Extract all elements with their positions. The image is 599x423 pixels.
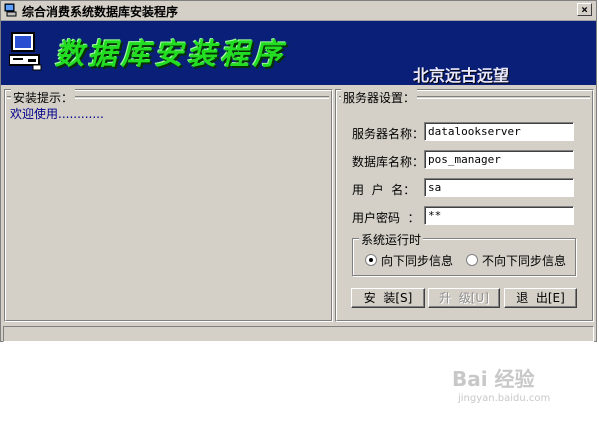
password-label: 用户密码 ：	[352, 211, 420, 225]
server-name-input[interactable]: datalookserver	[424, 122, 574, 141]
title-bar[interactable]: 综合消费系统数据库安装程序 ×	[1, 1, 596, 21]
window-title: 综合消费系统数据库安装程序	[22, 5, 179, 19]
username-label: 用 户 名：	[352, 183, 416, 197]
username-input[interactable]: sa	[424, 178, 574, 197]
server-name-label: 服务器名称：	[352, 127, 425, 141]
hint-legend: 安装提示：	[11, 89, 76, 106]
banner: 数据库安装程序 北京远古远望	[1, 21, 596, 85]
computer-icon	[9, 32, 42, 71]
hint-message: 欢迎使用............	[10, 107, 104, 121]
install-button[interactable]: 安 装[S]	[351, 288, 425, 308]
no-sync-down-label[interactable]: 不向下同步信息	[482, 252, 566, 269]
database-name-input[interactable]: pos_manager	[424, 150, 574, 169]
database-name-label: 数据库名称：	[352, 155, 425, 169]
exit-button[interactable]: 退 出[E]	[504, 288, 577, 308]
status-bar	[3, 326, 594, 342]
close-button[interactable]: ×	[577, 3, 592, 16]
computer-icon	[4, 3, 17, 17]
radio-selected-dot	[369, 258, 373, 262]
banner-title: 数据库安装程序	[55, 37, 287, 71]
company-name: 北京远古远望	[413, 66, 510, 85]
close-icon: ×	[581, 3, 588, 16]
password-input[interactable]: **	[424, 206, 574, 225]
hint-panel	[4, 89, 333, 322]
sync-down-radio[interactable]	[365, 254, 377, 266]
run-mode-legend: 系统运行时	[359, 231, 424, 248]
server-legend: 服务器设置：	[341, 89, 418, 106]
installer-window: 综合消费系统数据库安装程序 × 数据库安装程序 北京远古远望 安装提示： 欢迎使…	[0, 0, 597, 342]
watermark-url: jingyan.baidu.com	[458, 393, 551, 404]
upgrade-button[interactable]: 升 级[U]	[428, 288, 500, 308]
sync-down-label[interactable]: 向下同步信息	[381, 252, 453, 269]
no-sync-down-radio[interactable]	[466, 254, 478, 266]
watermark-logo: Bai 经验	[452, 367, 535, 391]
